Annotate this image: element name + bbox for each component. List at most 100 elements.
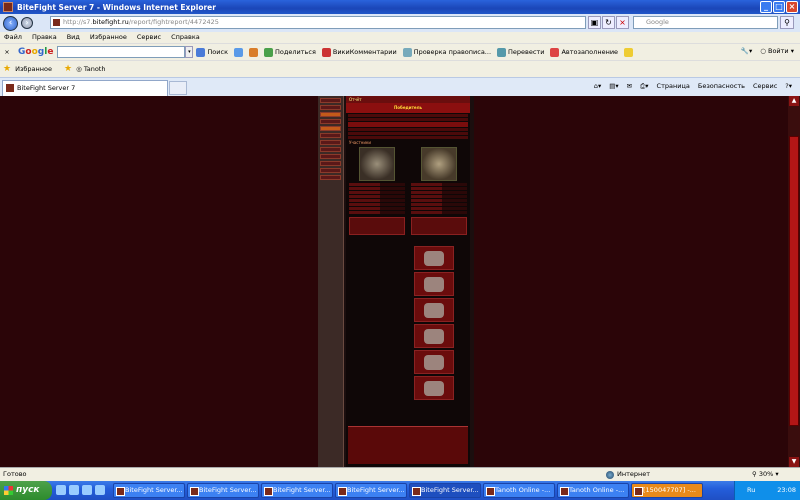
equipment-item[interactable] — [414, 376, 454, 400]
page-scrollbar[interactable]: ▲ ▼ — [788, 96, 800, 467]
google-search-button[interactable]: Поиск — [196, 47, 228, 57]
address-host: bitefight.ru — [92, 18, 129, 26]
report-line — [348, 136, 468, 139]
scroll-up-icon[interactable]: ▲ — [789, 96, 799, 106]
new-tab-button[interactable] — [169, 81, 187, 95]
safety-menu[interactable]: Безопасность — [698, 82, 745, 91]
home-icon[interactable]: ⌂▾ — [594, 82, 601, 91]
google-search-dropdown[interactable]: ▾ — [185, 46, 194, 58]
equipment-item[interactable] — [414, 324, 454, 348]
defender-avatar[interactable] — [421, 147, 457, 181]
toolbar-close-icon[interactable]: × — [2, 48, 12, 56]
wrench-icon[interactable]: 🔧▾ — [741, 47, 752, 55]
page-menu[interactable]: Страница — [657, 82, 690, 91]
menu-view[interactable]: Вид — [67, 32, 80, 43]
battle-log — [348, 426, 468, 464]
help-icon[interactable]: ?▾ — [785, 82, 792, 91]
window-title-bar[interactable]: BiteFight Server 7 - Windows Internet Ex… — [0, 0, 800, 14]
feeds-icon[interactable]: ▤▾ — [609, 82, 618, 91]
mail-icon[interactable]: ✉ — [627, 82, 632, 91]
nav-item[interactable] — [320, 112, 341, 117]
favorite-link-tanoth[interactable]: ◎ Tanoth — [76, 65, 105, 73]
search-input[interactable]: Google — [633, 16, 778, 29]
taskbar-item[interactable]: [150047707] -... — [631, 483, 703, 498]
zoom-level[interactable]: ⚲ 30% ▾ — [752, 468, 779, 481]
google-bookmark-button[interactable] — [249, 47, 259, 57]
quick-launch-icon[interactable] — [82, 485, 92, 495]
maximize-button[interactable]: □ — [773, 1, 785, 13]
favorites-bar: ★ Избранное ★ ◎ Tanoth — [0, 60, 800, 77]
menu-file[interactable]: Файл — [4, 32, 22, 43]
taskbar-item[interactable]: BiteFight Server... — [261, 483, 333, 498]
forward-button[interactable]: › — [21, 17, 33, 29]
menu-edit[interactable]: Правка — [32, 32, 57, 43]
nav-item[interactable] — [320, 175, 341, 180]
share-button[interactable]: Поделиться — [264, 47, 316, 57]
sign-in-button[interactable]: ○ Войти ▾ — [760, 47, 794, 55]
address-path: /report/fightreport/4472425 — [128, 18, 219, 26]
equipment-item[interactable] — [414, 298, 454, 322]
favorites-button[interactable]: Избранное — [15, 65, 52, 73]
winner-banner: Победитель — [346, 103, 470, 113]
nav-item[interactable] — [320, 147, 341, 152]
taskbar-item[interactable]: BiteFight Server... — [113, 483, 185, 498]
equipment-item[interactable] — [414, 272, 454, 296]
compat-view-icon[interactable]: ▣ — [588, 16, 601, 29]
taskbar-item[interactable]: Tanoth Online -... — [483, 483, 555, 498]
favorites-star-icon[interactable]: ★ — [3, 64, 11, 74]
taskbar: пуск BiteFight Server... BiteFight Serve… — [0, 481, 800, 500]
autofill-icon — [550, 47, 560, 57]
taskbar-item[interactable]: BiteFight Server... — [187, 483, 259, 498]
nav-item[interactable] — [320, 126, 341, 131]
spellcheck-button[interactable]: Проверка правописа... — [402, 47, 491, 57]
tools-menu[interactable]: Сервис — [753, 82, 777, 91]
minimize-button[interactable]: _ — [760, 1, 772, 13]
start-button[interactable]: пуск — [0, 481, 52, 500]
translate-button[interactable]: Перевести — [497, 47, 544, 57]
nav-item[interactable] — [320, 105, 341, 110]
search-icon[interactable]: ⚲ — [780, 16, 794, 29]
report-bar — [348, 122, 468, 127]
nav-item[interactable] — [320, 119, 341, 124]
tab-bitefight[interactable]: BiteFight Server 7 — [2, 80, 168, 96]
print-icon[interactable]: ⎙▾ — [640, 82, 648, 91]
wiki-comments-button[interactable]: ВикиКомментарии — [321, 47, 397, 57]
menu-favorites[interactable]: Избранное — [90, 32, 127, 43]
nav-item[interactable] — [320, 140, 341, 145]
stop-icon[interactable]: × — [616, 16, 629, 29]
quick-launch-icon[interactable] — [95, 485, 105, 495]
nav-item[interactable] — [320, 168, 341, 173]
quick-launch-icon[interactable] — [69, 485, 79, 495]
back-button[interactable]: ‹ — [3, 15, 18, 31]
close-button[interactable]: × — [786, 1, 798, 13]
google-toolbar: × Google ▾ Поиск Поделиться ВикиКоммента… — [0, 43, 800, 60]
nav-item[interactable] — [320, 98, 341, 103]
attacker-weapon[interactable] — [349, 217, 405, 235]
taskbar-item[interactable]: BiteFight Server... — [409, 483, 481, 498]
nav-item[interactable] — [320, 161, 341, 166]
scroll-down-icon[interactable]: ▼ — [789, 457, 799, 467]
add-favorite-icon[interactable]: ★ — [64, 64, 72, 74]
scroll-thumb[interactable] — [789, 136, 799, 426]
attacker-avatar[interactable] — [359, 147, 395, 181]
google-search-input[interactable] — [57, 46, 186, 58]
nav-item[interactable] — [320, 133, 341, 138]
equipment-item[interactable] — [414, 246, 454, 270]
menu-help[interactable]: Справка — [171, 32, 200, 43]
nav-item[interactable] — [320, 154, 341, 159]
highlighter-icon — [624, 47, 634, 57]
refresh-icon[interactable]: ↻ — [602, 16, 615, 29]
taskbar-item[interactable]: BiteFight Server... — [335, 483, 407, 498]
google-plus-button[interactable] — [234, 47, 244, 57]
taskbar-item[interactable]: Tanoth Online -... — [557, 483, 629, 498]
equipment-item[interactable] — [414, 350, 454, 374]
defender-weapon[interactable] — [411, 217, 467, 235]
autofill-button[interactable]: Автозаполнение — [550, 47, 618, 57]
site-favicon — [53, 19, 60, 26]
defender-stats — [411, 183, 467, 214]
language-indicator[interactable]: Ru — [747, 481, 755, 500]
highlight-button[interactable] — [624, 47, 634, 57]
address-bar[interactable]: http://s7.bitefight.ru/report/fightrepor… — [50, 16, 586, 29]
quick-launch-icon[interactable] — [56, 485, 66, 495]
menu-tools[interactable]: Сервис — [137, 32, 161, 43]
